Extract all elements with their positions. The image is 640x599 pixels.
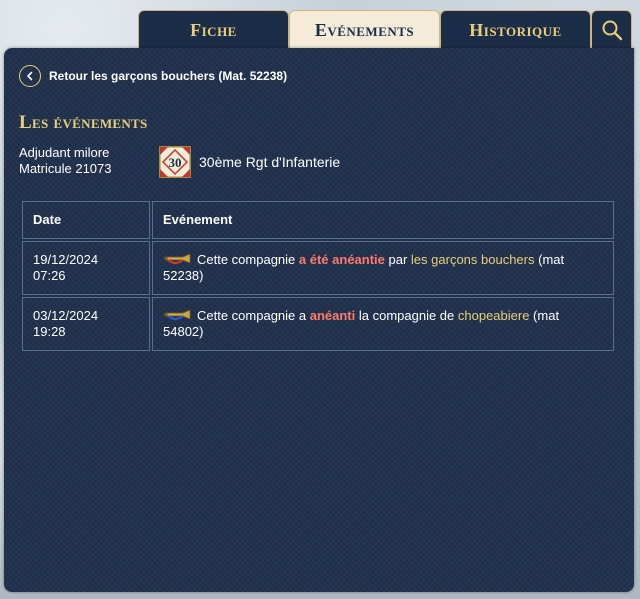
soldier-info: Adjudant milore Matricule 21073 xyxy=(19,145,112,177)
regiment-badge-icon: 30 xyxy=(159,146,191,178)
tab-fiche-label: Fiche xyxy=(190,19,237,40)
event-description-cell: Cette compagnie a anéanti la compagnie d… xyxy=(152,297,614,351)
chevron-left-icon xyxy=(19,65,41,87)
soldier-matricule: Matricule 21073 xyxy=(19,161,112,176)
blue-bugle-icon xyxy=(164,309,191,320)
event-action-highlight: anéanti xyxy=(309,308,356,323)
tab-historique[interactable]: Historique xyxy=(440,10,591,49)
events-table: Date Evénement 19/12/2024 07:26 Cette co… xyxy=(20,199,616,353)
section-title: Les événements xyxy=(19,112,148,133)
tab-fiche[interactable]: Fiche xyxy=(138,10,289,49)
search-icon xyxy=(602,20,622,41)
back-link[interactable]: Retour les garçons bouchers (Mat. 52238) xyxy=(19,65,287,87)
event-action-highlight: a été anéantie xyxy=(298,252,385,267)
company-link[interactable]: les garçons bouchers xyxy=(411,252,535,267)
event-date: 03/12/2024 xyxy=(33,308,99,323)
event-time: 19:28 xyxy=(33,324,66,339)
event-date: 19/12/2024 xyxy=(33,252,99,267)
back-link-label: Retour les garçons bouchers (Mat. 52238) xyxy=(49,69,288,83)
company-link[interactable]: chopeabiere xyxy=(458,308,530,323)
regiment-badge-number: 30 xyxy=(169,155,182,170)
tab-historique-label: Historique xyxy=(469,19,562,40)
tab-bar: Fiche Evénements Historique xyxy=(138,10,632,50)
event-text: Cette compagnie a xyxy=(197,308,310,323)
event-date-cell: 03/12/2024 19:28 xyxy=(22,297,150,351)
table-row: 19/12/2024 07:26 Cette compagnie a été a… xyxy=(22,241,614,295)
table-header-row: Date Evénement xyxy=(22,201,614,239)
event-text: Cette compagnie xyxy=(197,252,299,267)
column-header-event: Evénement xyxy=(152,201,614,239)
search-button[interactable] xyxy=(591,10,632,49)
regiment-info[interactable]: 30 30ème Rgt d'Infanterie xyxy=(159,146,340,178)
event-description-cell: Cette compagnie a été anéantie par les g… xyxy=(152,241,614,295)
regiment-name: 30ème Rgt d'Infanterie xyxy=(199,154,341,170)
event-time: 07:26 xyxy=(33,268,66,283)
table-row: 03/12/2024 19:28 Cette compagnie a anéan… xyxy=(22,297,614,351)
tab-evenements-label: Evénements xyxy=(314,20,415,40)
soldier-rank-name: Adjudant milore xyxy=(19,145,110,160)
event-text: par xyxy=(384,252,411,267)
tab-evenements[interactable]: Evénements xyxy=(289,10,440,50)
events-panel: Retour les garçons bouchers (Mat. 52238)… xyxy=(4,48,634,592)
column-header-date: Date xyxy=(22,201,150,239)
event-text: la compagnie de xyxy=(355,308,458,323)
event-date-cell: 19/12/2024 07:26 xyxy=(22,241,150,295)
red-bugle-icon xyxy=(164,253,191,264)
